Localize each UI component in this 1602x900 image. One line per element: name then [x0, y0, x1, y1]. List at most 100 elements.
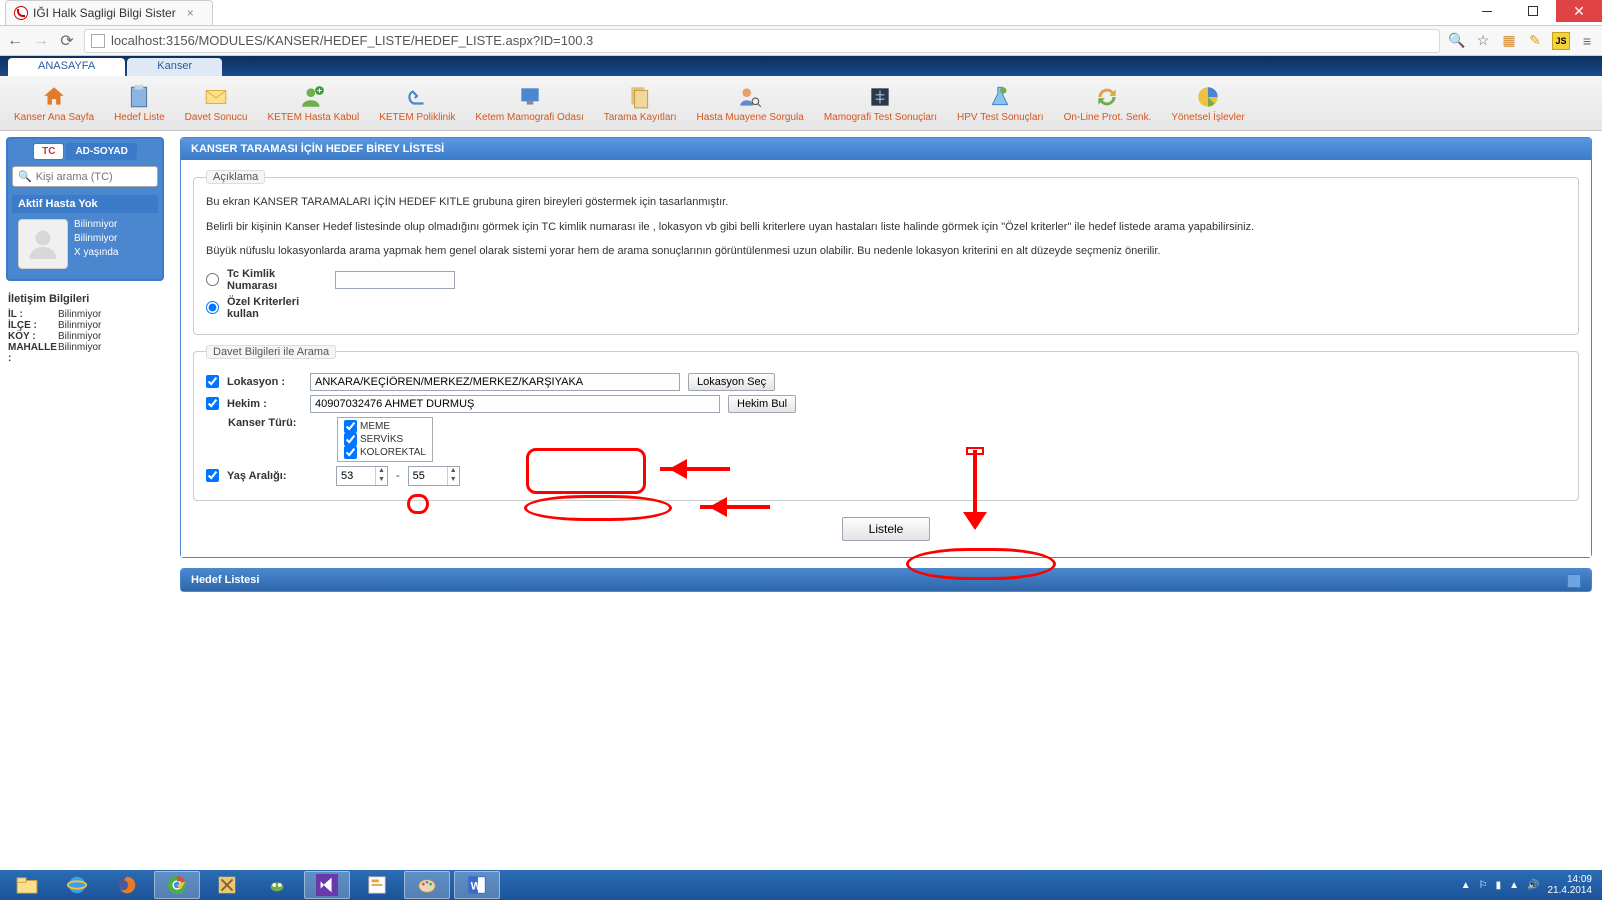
- taskbar: W ▲ ⚐ ▮ ▲ 🔊 14:09 21.4.2014: [0, 870, 1602, 900]
- sync-icon: [1094, 84, 1120, 110]
- lokasyon-input[interactable]: [310, 373, 680, 391]
- tool-mamografi-test[interactable]: Mamografi Test Sonuçları: [814, 82, 947, 125]
- radio-tc[interactable]: [206, 273, 219, 286]
- menu-icon[interactable]: ≡: [1578, 32, 1596, 50]
- tool-tarama-kayitlari[interactable]: Tarama Kayıtları: [594, 82, 687, 125]
- reload-button[interactable]: ⟳: [58, 32, 76, 50]
- tb-visual-studio[interactable]: [304, 871, 350, 899]
- tb-paint[interactable]: [404, 871, 450, 899]
- url-field[interactable]: localhost:3156/MODULES/KANSER/HEDEF_LIST…: [84, 29, 1440, 53]
- xray-icon: [867, 84, 893, 110]
- tool-hasta-muayene-sorgula[interactable]: Hasta Muayene Sorgula: [687, 82, 814, 125]
- lokasyon-label: Lokasyon :: [227, 376, 302, 388]
- svg-text:W: W: [471, 881, 482, 893]
- panel-action-icon[interactable]: [1567, 574, 1581, 588]
- tray-sound-icon[interactable]: 🔊: [1527, 880, 1539, 891]
- tb-explorer[interactable]: [4, 871, 50, 899]
- back-button[interactable]: ←: [6, 32, 24, 50]
- tb-word[interactable]: W: [454, 871, 500, 899]
- search-mode-toggle: TC AD-SOYAD: [12, 143, 158, 160]
- patient-card: Bilinmiyor Bilinmiyor X yaşında: [12, 213, 158, 275]
- tool-kanser-ana-sayfa[interactable]: Kanser Ana Sayfa: [4, 82, 104, 125]
- lokasyon-sec-button[interactable]: Lokasyon Seç: [688, 373, 775, 391]
- tab-close-icon[interactable]: ×: [187, 6, 194, 20]
- tool-yonetsel-islevler[interactable]: Yönetsel İşlevler: [1161, 82, 1254, 125]
- ext-icon-1[interactable]: ▦: [1500, 32, 1518, 50]
- tb-app-2[interactable]: [254, 871, 300, 899]
- chevron-up-icon[interactable]: ▲: [447, 467, 459, 476]
- lokasyon-check[interactable]: [206, 375, 219, 388]
- microscope-icon: [404, 84, 430, 110]
- ext-icon-js[interactable]: JS: [1552, 32, 1570, 50]
- hekim-input[interactable]: [310, 395, 720, 413]
- aciklama-fieldset: Açıklama Bu ekran KANSER TARAMALARI İÇİN…: [193, 170, 1579, 335]
- tool-ketem-mamografi[interactable]: Ketem Mamografi Odası: [465, 82, 593, 125]
- user-add-icon: [300, 84, 326, 110]
- person-search-input[interactable]: [36, 171, 152, 183]
- age-min-input[interactable]: [337, 470, 375, 482]
- radio-tc-row: Tc Kimlik Numarası: [206, 268, 1566, 292]
- chk-kolorektal[interactable]: [344, 446, 357, 459]
- tool-ketem-hasta-kabul[interactable]: KETEM Hasta Kabul: [257, 82, 369, 125]
- window-minimize-button[interactable]: [1464, 0, 1510, 22]
- toggle-tc[interactable]: TC: [33, 143, 64, 160]
- person-search[interactable]: 🔍: [12, 166, 158, 187]
- yas-check[interactable]: [206, 469, 219, 482]
- tool-hpv-test[interactable]: HPV Test Sonuçları: [947, 82, 1054, 125]
- home-icon: [41, 84, 67, 110]
- chevron-down-icon[interactable]: ▼: [447, 476, 459, 485]
- user-search-icon: [737, 84, 763, 110]
- tb-app-3[interactable]: [354, 871, 400, 899]
- tray-battery-icon[interactable]: ▮: [1496, 880, 1502, 891]
- tb-chrome[interactable]: [154, 871, 200, 899]
- tc-input[interactable]: [335, 271, 455, 289]
- chk-serviks[interactable]: [344, 433, 357, 446]
- tool-davet-sonucu[interactable]: Davet Sonucu: [175, 82, 258, 125]
- toolbar: Kanser Ana Sayfa Hedef Liste Davet Sonuc…: [0, 76, 1602, 131]
- age-min-spinner[interactable]: ▲▼: [336, 466, 388, 486]
- listele-button[interactable]: Listele: [842, 517, 931, 541]
- tb-ie[interactable]: [54, 871, 100, 899]
- ext-icon-2[interactable]: ✎: [1526, 32, 1544, 50]
- desc-line-1: Bu ekran KANSER TARAMALARI İÇİN HEDEF KI…: [206, 194, 1566, 211]
- monitor-icon: [517, 84, 543, 110]
- age-separator: -: [396, 470, 400, 482]
- tb-app-1[interactable]: [204, 871, 250, 899]
- tool-online-prot-senk[interactable]: On-Line Prot. Senk.: [1054, 82, 1162, 125]
- chk-meme[interactable]: [344, 420, 357, 433]
- browser-tab[interactable]: IĞI Halk Sagligi Bilgi Sister ×: [5, 0, 213, 25]
- system-tray: ▲ ⚐ ▮ ▲ 🔊 14:09 21.4.2014: [1461, 874, 1598, 896]
- records-icon: [627, 84, 653, 110]
- window-maximize-button[interactable]: [1510, 0, 1556, 22]
- flask-icon: [987, 84, 1013, 110]
- tray-up-icon[interactable]: ▲: [1461, 880, 1471, 891]
- tray-clock[interactable]: 14:09 21.4.2014: [1548, 874, 1593, 896]
- star-icon[interactable]: ☆: [1474, 32, 1492, 50]
- contact-header: İletişim Bilgileri: [8, 293, 162, 305]
- toggle-ad-soyad[interactable]: AD-SOYAD: [66, 143, 136, 160]
- clipboard-icon: [126, 84, 152, 110]
- url-text: localhost:3156/MODULES/KANSER/HEDEF_LIST…: [111, 33, 593, 48]
- hekim-check[interactable]: [206, 397, 219, 410]
- age-max-input[interactable]: [409, 470, 447, 482]
- radio-ozel[interactable]: [206, 301, 219, 314]
- tray-flag-icon[interactable]: ⚐: [1479, 880, 1488, 891]
- age-max-spinner[interactable]: ▲▼: [408, 466, 460, 486]
- window-close-button[interactable]: ✕: [1556, 0, 1602, 22]
- search-icon[interactable]: 🔍: [1448, 32, 1466, 50]
- hedef-liste-panel: Hedef Listesi: [180, 568, 1592, 592]
- tb-firefox[interactable]: [104, 871, 150, 899]
- chevron-down-icon[interactable]: ▼: [375, 476, 387, 485]
- avatar-icon: [18, 219, 68, 269]
- chevron-up-icon[interactable]: ▲: [375, 467, 387, 476]
- hekim-bul-button[interactable]: Hekim Bul: [728, 395, 796, 413]
- tray-wifi-icon[interactable]: ▲: [1509, 880, 1519, 891]
- tool-hedef-liste[interactable]: Hedef Liste: [104, 82, 175, 125]
- davet-legend: Davet Bilgileri ile Arama: [206, 345, 336, 359]
- page-icon: [91, 34, 105, 48]
- tab-anasayfa[interactable]: ANASAYFA: [8, 58, 125, 76]
- tool-ketem-poliklinik[interactable]: KETEM Poliklinik: [369, 82, 465, 125]
- forward-button[interactable]: →: [32, 32, 50, 50]
- tab-kanser[interactable]: Kanser: [127, 58, 222, 76]
- sidebar: TC AD-SOYAD 🔍 Aktif Hasta Yok Bilinmiyor…: [0, 131, 170, 870]
